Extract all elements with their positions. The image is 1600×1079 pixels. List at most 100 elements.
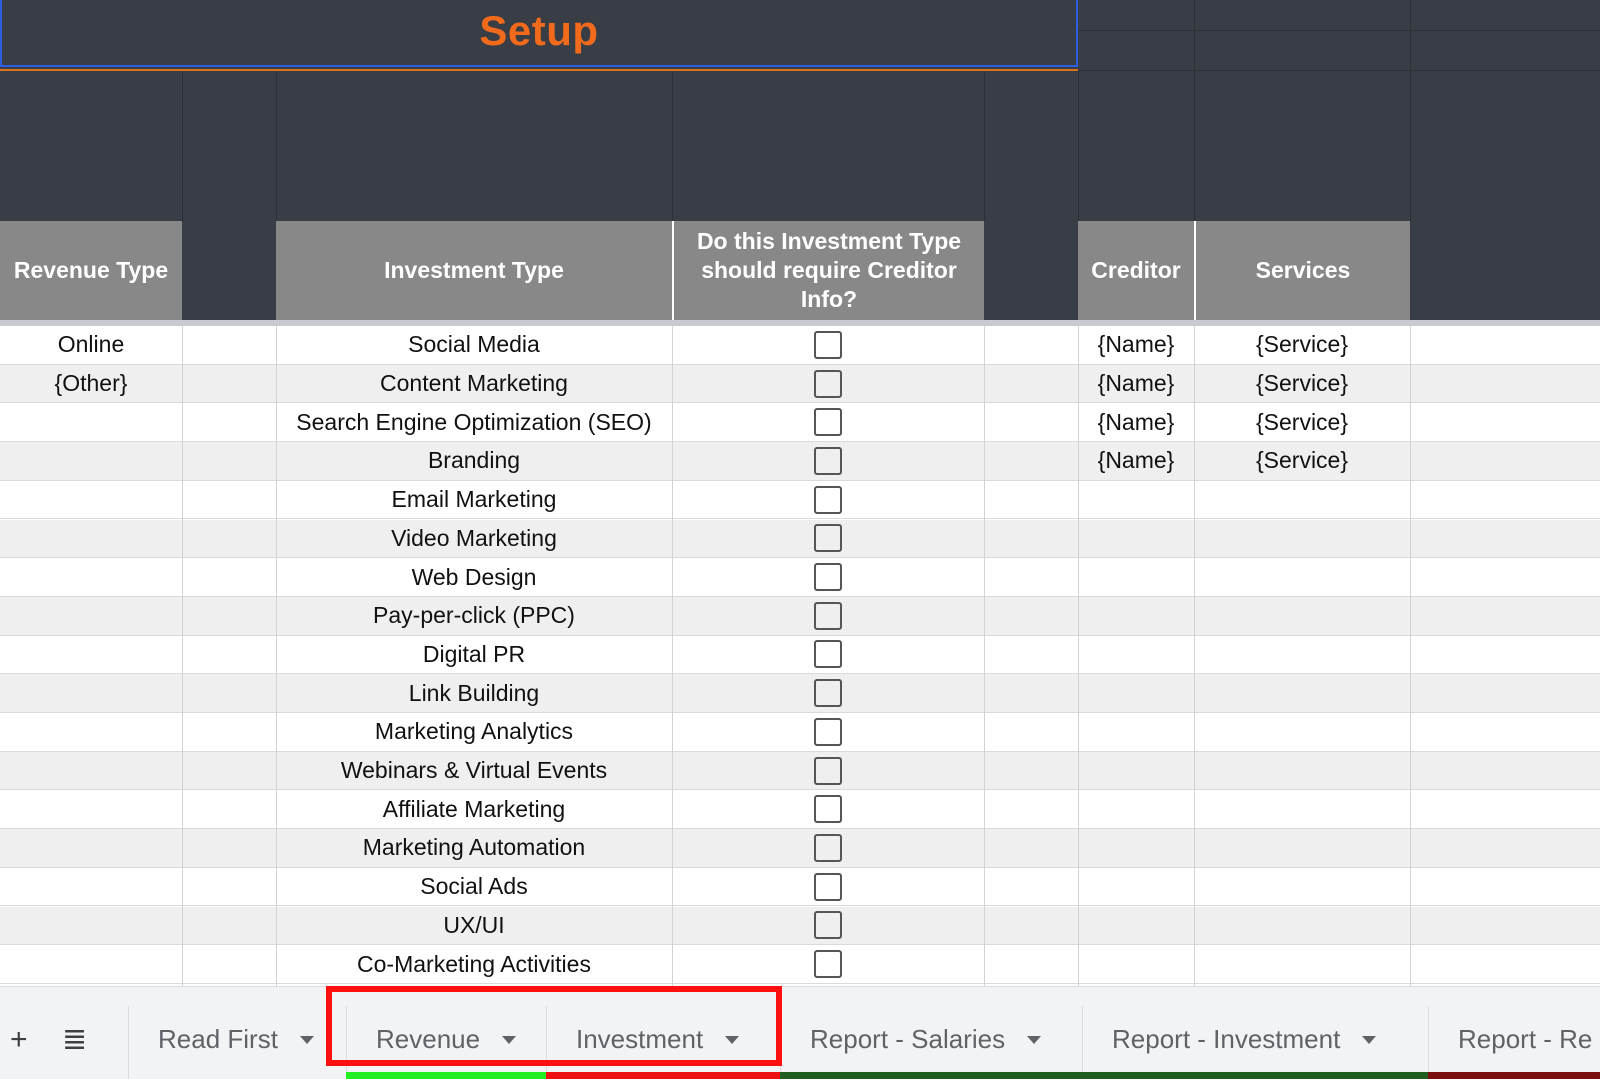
services-cell[interactable] <box>1194 752 1410 790</box>
empty-cell[interactable] <box>984 520 1078 558</box>
creditor-cell[interactable] <box>1078 945 1194 983</box>
tab-report-salaries[interactable]: Report - Salaries <box>780 1000 1082 1079</box>
investment-type-cell[interactable]: Email Marketing <box>276 481 672 519</box>
creditor-cell[interactable] <box>1078 558 1194 596</box>
empty-cell[interactable] <box>984 945 1078 983</box>
creditor-required-checkbox[interactable] <box>814 601 842 630</box>
empty-cell[interactable] <box>182 597 276 635</box>
empty-cell[interactable] <box>984 907 1078 945</box>
creditor-required-cell[interactable] <box>672 713 984 751</box>
empty-cell[interactable] <box>182 520 276 558</box>
investment-type-cell[interactable]: Marketing Analytics <box>276 713 672 751</box>
investment-type-cell[interactable]: Affiliate Marketing <box>276 790 672 828</box>
services-cell[interactable] <box>1194 907 1410 945</box>
empty-cell[interactable] <box>182 829 276 867</box>
investment-type-cell[interactable]: Link Building <box>276 674 672 712</box>
investment-type-cell[interactable]: Web Design <box>276 558 672 596</box>
investment-type-cell[interactable]: UX/UI <box>276 907 672 945</box>
empty-cell[interactable] <box>984 868 1078 906</box>
investment-type-cell[interactable]: Branding <box>276 442 672 480</box>
empty-cell[interactable] <box>1410 674 1600 712</box>
empty-cell[interactable] <box>1410 790 1600 828</box>
services-cell[interactable] <box>1194 597 1410 635</box>
investment-type-cell[interactable]: Content Marketing <box>276 365 672 403</box>
tab-report-investment[interactable]: Report - Investment <box>1082 1000 1428 1079</box>
creditor-cell[interactable] <box>1078 829 1194 867</box>
creditor-required-checkbox[interactable] <box>814 950 842 979</box>
chevron-down-icon[interactable] <box>1027 1035 1042 1044</box>
tab-read-first[interactable]: Read First <box>128 1000 346 1079</box>
empty-cell[interactable] <box>984 636 1078 674</box>
creditor-required-checkbox[interactable] <box>814 563 842 592</box>
empty-cell[interactable] <box>984 713 1078 751</box>
creditor-cell[interactable] <box>1078 520 1194 558</box>
header-investment-type[interactable]: Investment Type <box>276 221 672 320</box>
investment-type-cell[interactable]: Pay-per-click (PPC) <box>276 597 672 635</box>
revenue-type-cell[interactable]: {Other} <box>0 365 182 403</box>
creditor-required-cell[interactable] <box>672 945 984 983</box>
services-cell[interactable]: {Service} <box>1194 326 1410 364</box>
empty-cell[interactable] <box>182 674 276 712</box>
all-sheets-menu-icon[interactable]: ≣ <box>62 1025 87 1055</box>
creditor-required-cell[interactable] <box>672 907 984 945</box>
empty-cell[interactable] <box>182 713 276 751</box>
empty-cell[interactable] <box>1410 558 1600 596</box>
empty-cell[interactable] <box>182 365 276 403</box>
creditor-cell[interactable] <box>1078 907 1194 945</box>
empty-cell[interactable] <box>1410 326 1600 364</box>
services-cell[interactable] <box>1194 558 1410 596</box>
creditor-cell[interactable] <box>1078 597 1194 635</box>
investment-type-cell[interactable]: Webinars & Virtual Events <box>276 752 672 790</box>
creditor-cell[interactable]: {Name} <box>1078 326 1194 364</box>
creditor-required-cell[interactable] <box>672 790 984 828</box>
empty-cell[interactable] <box>1410 829 1600 867</box>
investment-type-cell[interactable]: Digital PR <box>276 636 672 674</box>
services-cell[interactable] <box>1194 674 1410 712</box>
creditor-cell[interactable] <box>1078 752 1194 790</box>
creditor-required-cell[interactable] <box>672 597 984 635</box>
services-cell[interactable] <box>1194 520 1410 558</box>
empty-cell[interactable] <box>984 790 1078 828</box>
tab-report-revenue[interactable]: Report - Re <box>1428 1000 1600 1079</box>
services-cell[interactable] <box>1194 868 1410 906</box>
creditor-required-cell[interactable] <box>672 558 984 596</box>
empty-cell[interactable] <box>182 790 276 828</box>
investment-type-cell[interactable]: Search Engine Optimization (SEO) <box>276 403 672 441</box>
empty-cell[interactable] <box>1410 752 1600 790</box>
revenue-type-cell[interactable] <box>0 752 182 790</box>
creditor-cell[interactable] <box>1078 636 1194 674</box>
creditor-required-checkbox[interactable] <box>814 446 842 475</box>
creditor-required-checkbox[interactable] <box>814 369 842 398</box>
empty-cell[interactable] <box>984 365 1078 403</box>
creditor-required-checkbox[interactable] <box>814 679 842 708</box>
empty-cell[interactable] <box>984 403 1078 441</box>
creditor-required-cell[interactable] <box>672 442 984 480</box>
revenue-type-cell[interactable] <box>0 403 182 441</box>
revenue-type-cell[interactable] <box>0 520 182 558</box>
empty-cell[interactable] <box>984 326 1078 364</box>
empty-cell[interactable] <box>1410 365 1600 403</box>
revenue-type-cell[interactable] <box>0 945 182 983</box>
creditor-required-checkbox[interactable] <box>814 408 842 437</box>
services-cell[interactable] <box>1194 829 1410 867</box>
creditor-cell[interactable] <box>1078 481 1194 519</box>
creditor-required-checkbox[interactable] <box>814 795 842 824</box>
investment-type-cell[interactable]: Social Ads <box>276 868 672 906</box>
add-sheet-icon[interactable]: + <box>10 1025 28 1055</box>
empty-cell[interactable] <box>182 558 276 596</box>
creditor-required-checkbox[interactable] <box>814 911 842 940</box>
revenue-type-cell[interactable] <box>0 558 182 596</box>
investment-type-cell[interactable]: Co-Marketing Activities <box>276 945 672 983</box>
services-cell[interactable]: {Service} <box>1194 442 1410 480</box>
creditor-required-checkbox[interactable] <box>814 330 842 359</box>
revenue-type-cell[interactable] <box>0 636 182 674</box>
creditor-required-cell[interactable] <box>672 403 984 441</box>
revenue-type-cell[interactable] <box>0 481 182 519</box>
investment-type-cell[interactable]: Marketing Automation <box>276 829 672 867</box>
creditor-required-checkbox[interactable] <box>814 485 842 514</box>
creditor-required-cell[interactable] <box>672 674 984 712</box>
empty-cell[interactable] <box>1410 597 1600 635</box>
creditor-required-cell[interactable] <box>672 520 984 558</box>
empty-cell[interactable] <box>182 907 276 945</box>
empty-cell[interactable] <box>182 403 276 441</box>
